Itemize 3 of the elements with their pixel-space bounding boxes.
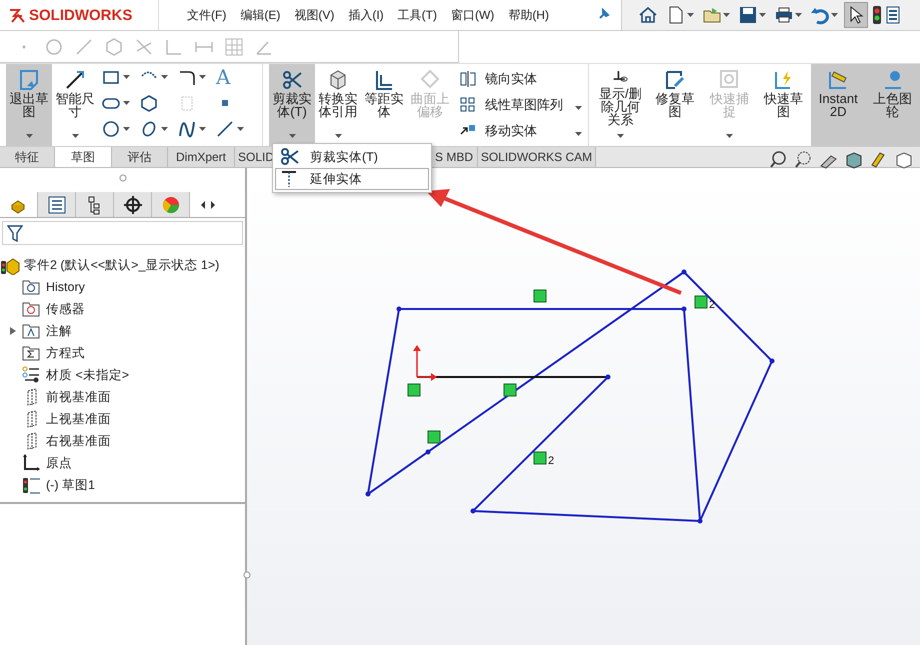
relation-count: 2 <box>548 455 554 467</box>
logo-text: SOLIDWORKS <box>29 6 132 24</box>
relation-count: 2 <box>709 299 716 311</box>
